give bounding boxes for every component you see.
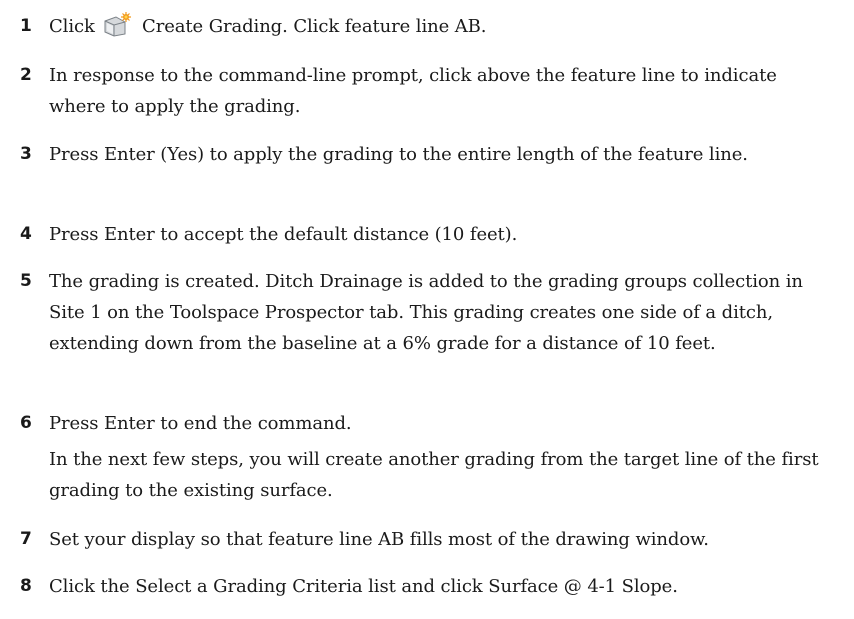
step-text: Set your display so that feature line AB… xyxy=(49,529,709,550)
step-number: 7 xyxy=(20,529,32,549)
step-text: Press Enter to end the command. xyxy=(49,413,352,434)
step-text-post: Create Grading. Click feature line AB. xyxy=(142,16,487,37)
step-number: 5 xyxy=(20,271,32,291)
document-page: 1 Click Create Grading. Click feature li… xyxy=(0,0,854,619)
step-number: 6 xyxy=(20,413,32,433)
step-number: 1 xyxy=(20,16,32,36)
create-grading-icon xyxy=(102,12,132,38)
step-number: 8 xyxy=(20,576,32,596)
step-text: In response to the command-line prompt, … xyxy=(49,65,777,117)
step-text: Click Create Grading. Click feature line… xyxy=(49,11,834,42)
step-text: Click the Select a Grading Criteria list… xyxy=(49,576,678,597)
step-text: The grading is created. Ditch Drainage i… xyxy=(49,271,803,354)
step-text: Press Enter to accept the default distan… xyxy=(49,224,518,245)
step-text: Press Enter (Yes) to apply the grading t… xyxy=(49,144,748,165)
step-number: 2 xyxy=(20,65,32,85)
step-text-pre: Click xyxy=(49,16,95,37)
step-number: 4 xyxy=(20,224,32,244)
step-number: 3 xyxy=(20,144,32,164)
step-6-note: In the next few steps, you will create a… xyxy=(49,449,819,501)
